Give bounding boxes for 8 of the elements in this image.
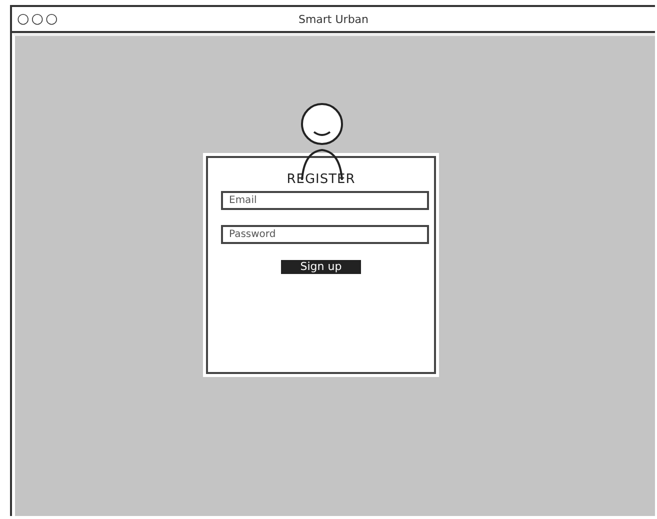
window-control[interactable]: ○ — [31, 12, 44, 26]
sign-up-button[interactable]: Sign up — [281, 260, 361, 274]
window-title: Smart Urban — [298, 12, 369, 26]
form-title: REGISTER — [286, 172, 356, 187]
window-control[interactable]: ○ — [17, 12, 30, 26]
input-field[interactable]: Password — [221, 225, 429, 244]
input-field[interactable]: Email — [221, 191, 429, 210]
window-control[interactable]: ○ — [45, 12, 58, 26]
